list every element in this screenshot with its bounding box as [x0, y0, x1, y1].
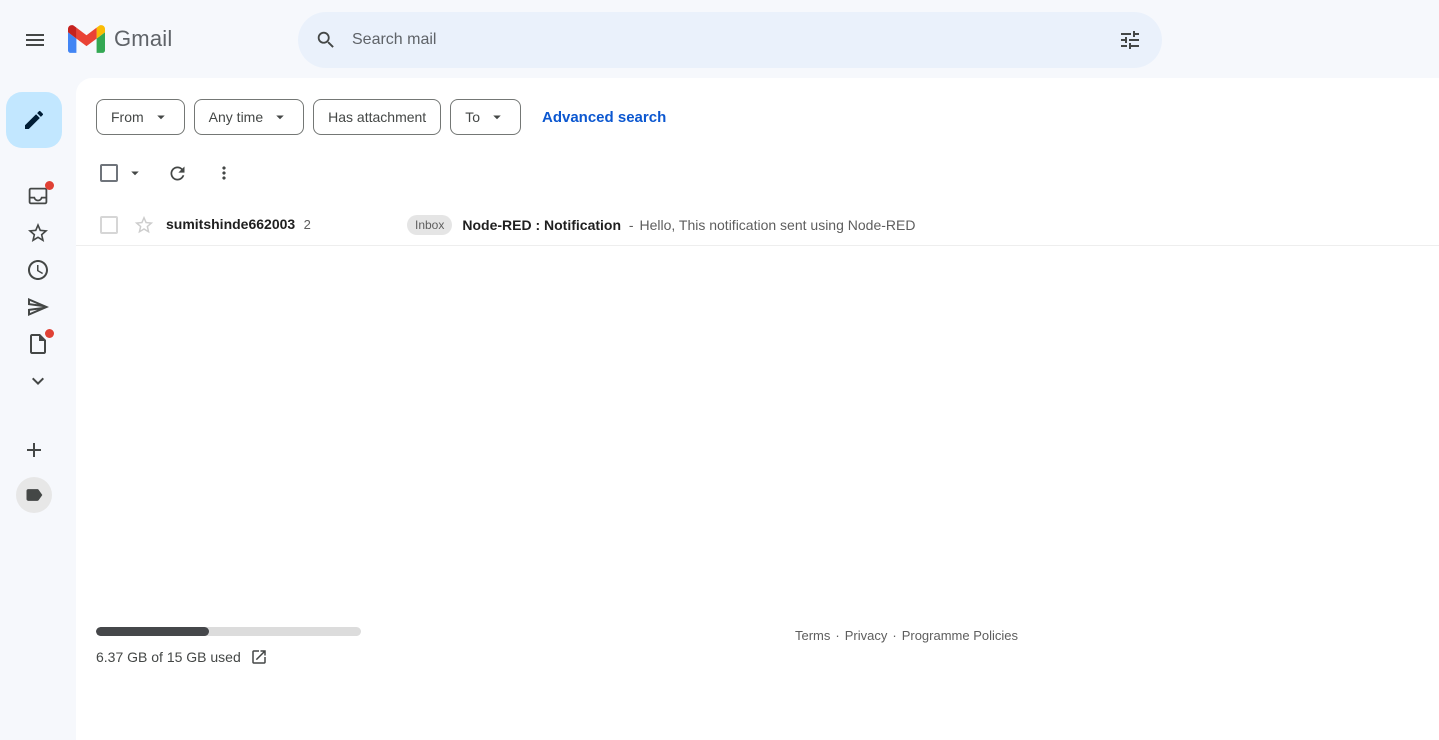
refresh-icon	[167, 163, 188, 184]
clock-icon	[26, 258, 50, 282]
search-button[interactable]	[306, 20, 346, 60]
storage-progress-track	[96, 627, 361, 636]
sidebar-nav	[4, 184, 72, 393]
footer-separator: ·	[835, 628, 839, 643]
gmail-wordmark: Gmail	[114, 26, 172, 52]
label-icon	[24, 485, 44, 505]
sidebar-item-snoozed[interactable]	[26, 258, 50, 282]
gmail-m-icon	[68, 25, 105, 53]
search-bar	[298, 12, 1162, 68]
refresh-button[interactable]	[167, 163, 188, 184]
pencil-icon	[22, 108, 46, 132]
storage-used-label: 6.37 GB of 15 GB used	[96, 649, 241, 665]
thread-count: 2	[304, 217, 311, 232]
filter-chip-has-attachment[interactable]: Has attachment	[313, 99, 441, 135]
email-checkbox[interactable]	[100, 216, 118, 234]
storage-progress-fill	[96, 627, 209, 636]
main-menu-button[interactable]	[11, 16, 59, 64]
search-input[interactable]	[346, 12, 1110, 68]
sidebar-item-starred[interactable]	[26, 221, 50, 245]
advanced-search-link[interactable]: Advanced search	[542, 109, 666, 126]
chevron-down-icon	[126, 164, 144, 182]
tune-icon	[1118, 28, 1142, 52]
star-toggle-icon[interactable]	[133, 214, 155, 236]
chip-label: From	[111, 109, 144, 125]
open-in-new-icon[interactable]	[250, 648, 268, 666]
footer-links: Terms · Privacy · Programme Policies	[795, 628, 1018, 643]
more-options-button[interactable]	[214, 163, 234, 183]
hamburger-icon	[23, 28, 47, 52]
sidebar	[0, 78, 76, 740]
labels-button[interactable]	[16, 477, 52, 513]
chevron-down-icon	[271, 108, 289, 126]
send-icon	[26, 295, 50, 319]
filter-chip-any-time[interactable]: Any time	[194, 99, 304, 135]
more-vert-icon	[214, 163, 234, 183]
filter-chip-from[interactable]: From	[96, 99, 185, 135]
gmail-logo[interactable]: Gmail	[68, 25, 172, 53]
sidebar-item-sent[interactable]	[26, 295, 50, 319]
search-chips-row: From Any time Has attachment To Advanced…	[76, 78, 1439, 135]
drafts-unread-dot	[45, 329, 54, 338]
main-panel: From Any time Has attachment To Advanced…	[76, 78, 1439, 740]
select-dropdown-button[interactable]	[126, 164, 144, 182]
storage-meter: 6.37 GB of 15 GB used	[96, 627, 361, 666]
subject-cell: Node-RED : Notification - Hello, This no…	[462, 217, 915, 233]
search-options-button[interactable]	[1110, 20, 1150, 60]
sidebar-item-inbox[interactable]	[26, 184, 50, 208]
storage-text-row: 6.37 GB of 15 GB used	[96, 648, 361, 666]
programme-policies-link[interactable]: Programme Policies	[902, 628, 1018, 643]
chevron-down-icon	[488, 108, 506, 126]
privacy-link[interactable]: Privacy	[845, 628, 888, 643]
inbox-unread-dot	[45, 181, 54, 190]
sender-cell: sumitshinde662003 2	[166, 216, 407, 234]
filter-chip-to[interactable]: To	[450, 99, 521, 135]
inbox-label-badge: Inbox	[407, 215, 452, 235]
plus-icon	[22, 438, 46, 462]
search-icon	[315, 29, 337, 51]
list-toolbar	[76, 149, 1439, 197]
chip-label: To	[465, 109, 480, 125]
header: Gmail	[0, 0, 1439, 78]
select-all-checkbox[interactable]	[100, 164, 118, 182]
compose-button[interactable]	[6, 92, 62, 148]
email-row[interactable]: sumitshinde662003 2 Inbox Node-RED : Not…	[76, 205, 1439, 246]
sidebar-item-drafts[interactable]	[26, 332, 50, 356]
chevron-down-icon	[152, 108, 170, 126]
chip-label: Has attachment	[328, 109, 426, 125]
subject-snippet-separator: -	[629, 217, 634, 233]
chip-label: Any time	[209, 109, 263, 125]
chevron-down-icon	[26, 369, 50, 393]
footer-separator: ·	[892, 628, 896, 643]
sender-name: sumitshinde662003	[166, 216, 295, 232]
terms-link[interactable]: Terms	[795, 628, 830, 643]
sidebar-item-more[interactable]	[26, 369, 50, 393]
create-label-button[interactable]	[22, 438, 46, 462]
email-subject: Node-RED : Notification	[462, 217, 621, 233]
star-icon	[26, 221, 50, 245]
email-snippet: Hello, This notification sent using Node…	[639, 217, 915, 233]
